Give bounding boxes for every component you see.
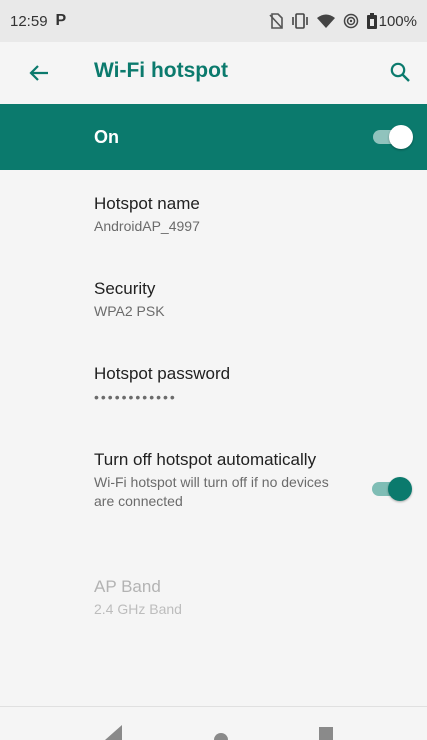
master-switch-label: On xyxy=(94,127,119,147)
search-icon xyxy=(390,62,410,82)
vibrate-icon xyxy=(291,13,308,29)
nav-bar xyxy=(0,707,427,740)
pref-hotspot-password[interactable]: Hotspot password •••••••••••• xyxy=(94,363,374,405)
switch-thumb xyxy=(388,477,412,501)
pref-title: AP Band xyxy=(94,577,161,596)
pref-hotspot-name[interactable]: Hotspot name AndroidAP_4997 xyxy=(94,193,374,236)
pref-summary: 2.4 GHz Band xyxy=(94,601,182,617)
nav-back-icon[interactable] xyxy=(105,725,123,740)
auto-off-toggle[interactable] xyxy=(372,477,412,501)
pref-security[interactable]: Security WPA2 PSK xyxy=(94,278,374,321)
battery-percent: 100% xyxy=(378,12,417,30)
hotspot-icon xyxy=(343,13,358,29)
switch-thumb xyxy=(389,125,413,149)
pref-ap-band: AP Band 2.4 GHz Band xyxy=(94,576,374,619)
pref-title: Security xyxy=(94,279,156,298)
app-bar: Wi-Fi hotspot xyxy=(0,42,427,104)
status-bar: 12:59 P 100% xyxy=(0,0,427,42)
notification-icon: P xyxy=(55,12,67,29)
status-time: 12:59 xyxy=(10,12,48,30)
nav-recents-icon[interactable] xyxy=(319,727,333,740)
pref-password-mask: •••••••••••• xyxy=(94,389,177,405)
no-sim-icon xyxy=(269,13,283,29)
battery-icon xyxy=(366,13,377,29)
pref-title: Hotspot password xyxy=(94,364,231,383)
pref-title: Turn off hotspot automatically xyxy=(94,450,317,469)
page-title: Wi-Fi hotspot xyxy=(94,59,228,82)
pref-auto-off[interactable]: Turn off hotspot automatically Wi-Fi hot… xyxy=(94,449,344,511)
pref-summary: Wi-Fi hotspot will turn off if no device… xyxy=(94,474,329,509)
pref-summary: AndroidAP_4997 xyxy=(94,218,200,234)
master-switch-toggle[interactable] xyxy=(373,125,413,149)
status-icons: 100% xyxy=(269,13,417,30)
nav-home-icon[interactable] xyxy=(214,727,228,740)
master-switch-bar[interactable]: On xyxy=(0,104,427,170)
arrow-back-icon xyxy=(29,65,48,81)
pref-summary: WPA2 PSK xyxy=(94,303,165,319)
wifi-icon xyxy=(316,14,335,28)
search-button[interactable] xyxy=(387,59,413,85)
pref-title: Hotspot name xyxy=(94,194,200,213)
back-button[interactable] xyxy=(26,61,52,85)
screen: 12:59 P 100% Wi-Fi hotspot On Hotspot na… xyxy=(0,0,427,740)
